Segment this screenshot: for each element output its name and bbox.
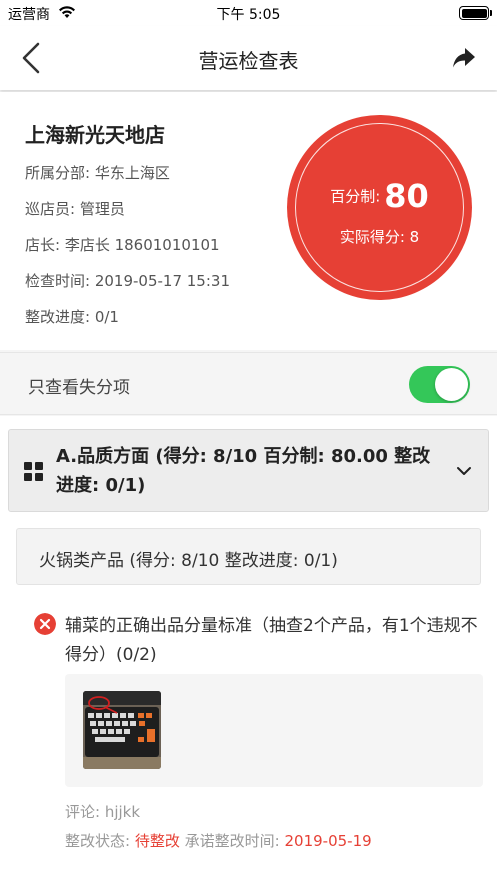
status-bar: 运营商 下午 5:05 xyxy=(0,0,497,26)
store-info-card: 上海新光天地店 所属分部: 华东上海区 巡店员: 管理员 店长: 李店长 186… xyxy=(0,92,497,350)
subsection-header[interactable]: 火锅类产品 (得分: 8/10 整改进度: 0/1) xyxy=(16,528,481,585)
progress-label: 整改进度: 0/1 xyxy=(25,308,119,326)
rectification-status: 整改状态: 待整改 承诺整改时间: 2019-05-19 xyxy=(65,830,372,851)
evidence-photo[interactable] xyxy=(83,691,161,769)
inspector-label: 巡店员: 管理员 xyxy=(25,200,125,218)
battery-icon xyxy=(459,6,492,20)
photo-container xyxy=(65,674,483,787)
comment-text: 评论: hjjkk xyxy=(65,803,141,821)
subsection-title: 火锅类产品 (得分: 8/10 整改进度: 0/1) xyxy=(39,551,338,571)
lost-points-only-toggle[interactable] xyxy=(409,366,470,403)
percent-score-label: 百分制: xyxy=(330,187,381,206)
clock: 下午 5:05 xyxy=(216,7,281,23)
filter-label: 只查看失分项 xyxy=(28,378,130,398)
status-label: 整改状态: xyxy=(65,832,131,850)
check-item-text: 辅菜的正确出品分量标准（抽查2个产品，有1个违规不得分）(0/2) xyxy=(65,616,478,665)
store-name: 上海新光天地店 xyxy=(25,123,165,147)
deadline-value: 2019-05-19 xyxy=(284,832,372,850)
percent-score-value: 80 xyxy=(384,177,429,215)
section-header[interactable]: A.品质方面 (得分: 8/10 百分制: 80.00 整改进度: 0/1) xyxy=(8,429,489,512)
share-arrow-icon[interactable] xyxy=(451,45,477,71)
chevron-down-icon[interactable] xyxy=(456,464,472,478)
grid-icon xyxy=(24,462,43,481)
section-title: A.品质方面 (得分: 8/10 百分制: 80.00 整改进度: 0/1) xyxy=(56,446,431,496)
error-icon xyxy=(34,613,56,635)
actual-score-label: 实际得分: 8 xyxy=(339,228,420,246)
status-value: 待整改 xyxy=(134,832,180,850)
navigation-bar: 营运检查表 xyxy=(0,26,497,90)
page-title: 营运检查表 xyxy=(198,49,299,73)
manager-label: 店长: 李店长 18601010101 xyxy=(25,236,220,254)
deadline-label: 承诺整改时间: xyxy=(184,832,280,850)
division-label: 所属分部: 华东上海区 xyxy=(25,164,170,182)
score-badge: 百分制: 80 实际得分: 8 xyxy=(287,115,472,300)
check-time-label: 检查时间: 2019-05-17 15:31 xyxy=(25,272,230,290)
filter-row: 只查看失分项 xyxy=(0,352,497,415)
